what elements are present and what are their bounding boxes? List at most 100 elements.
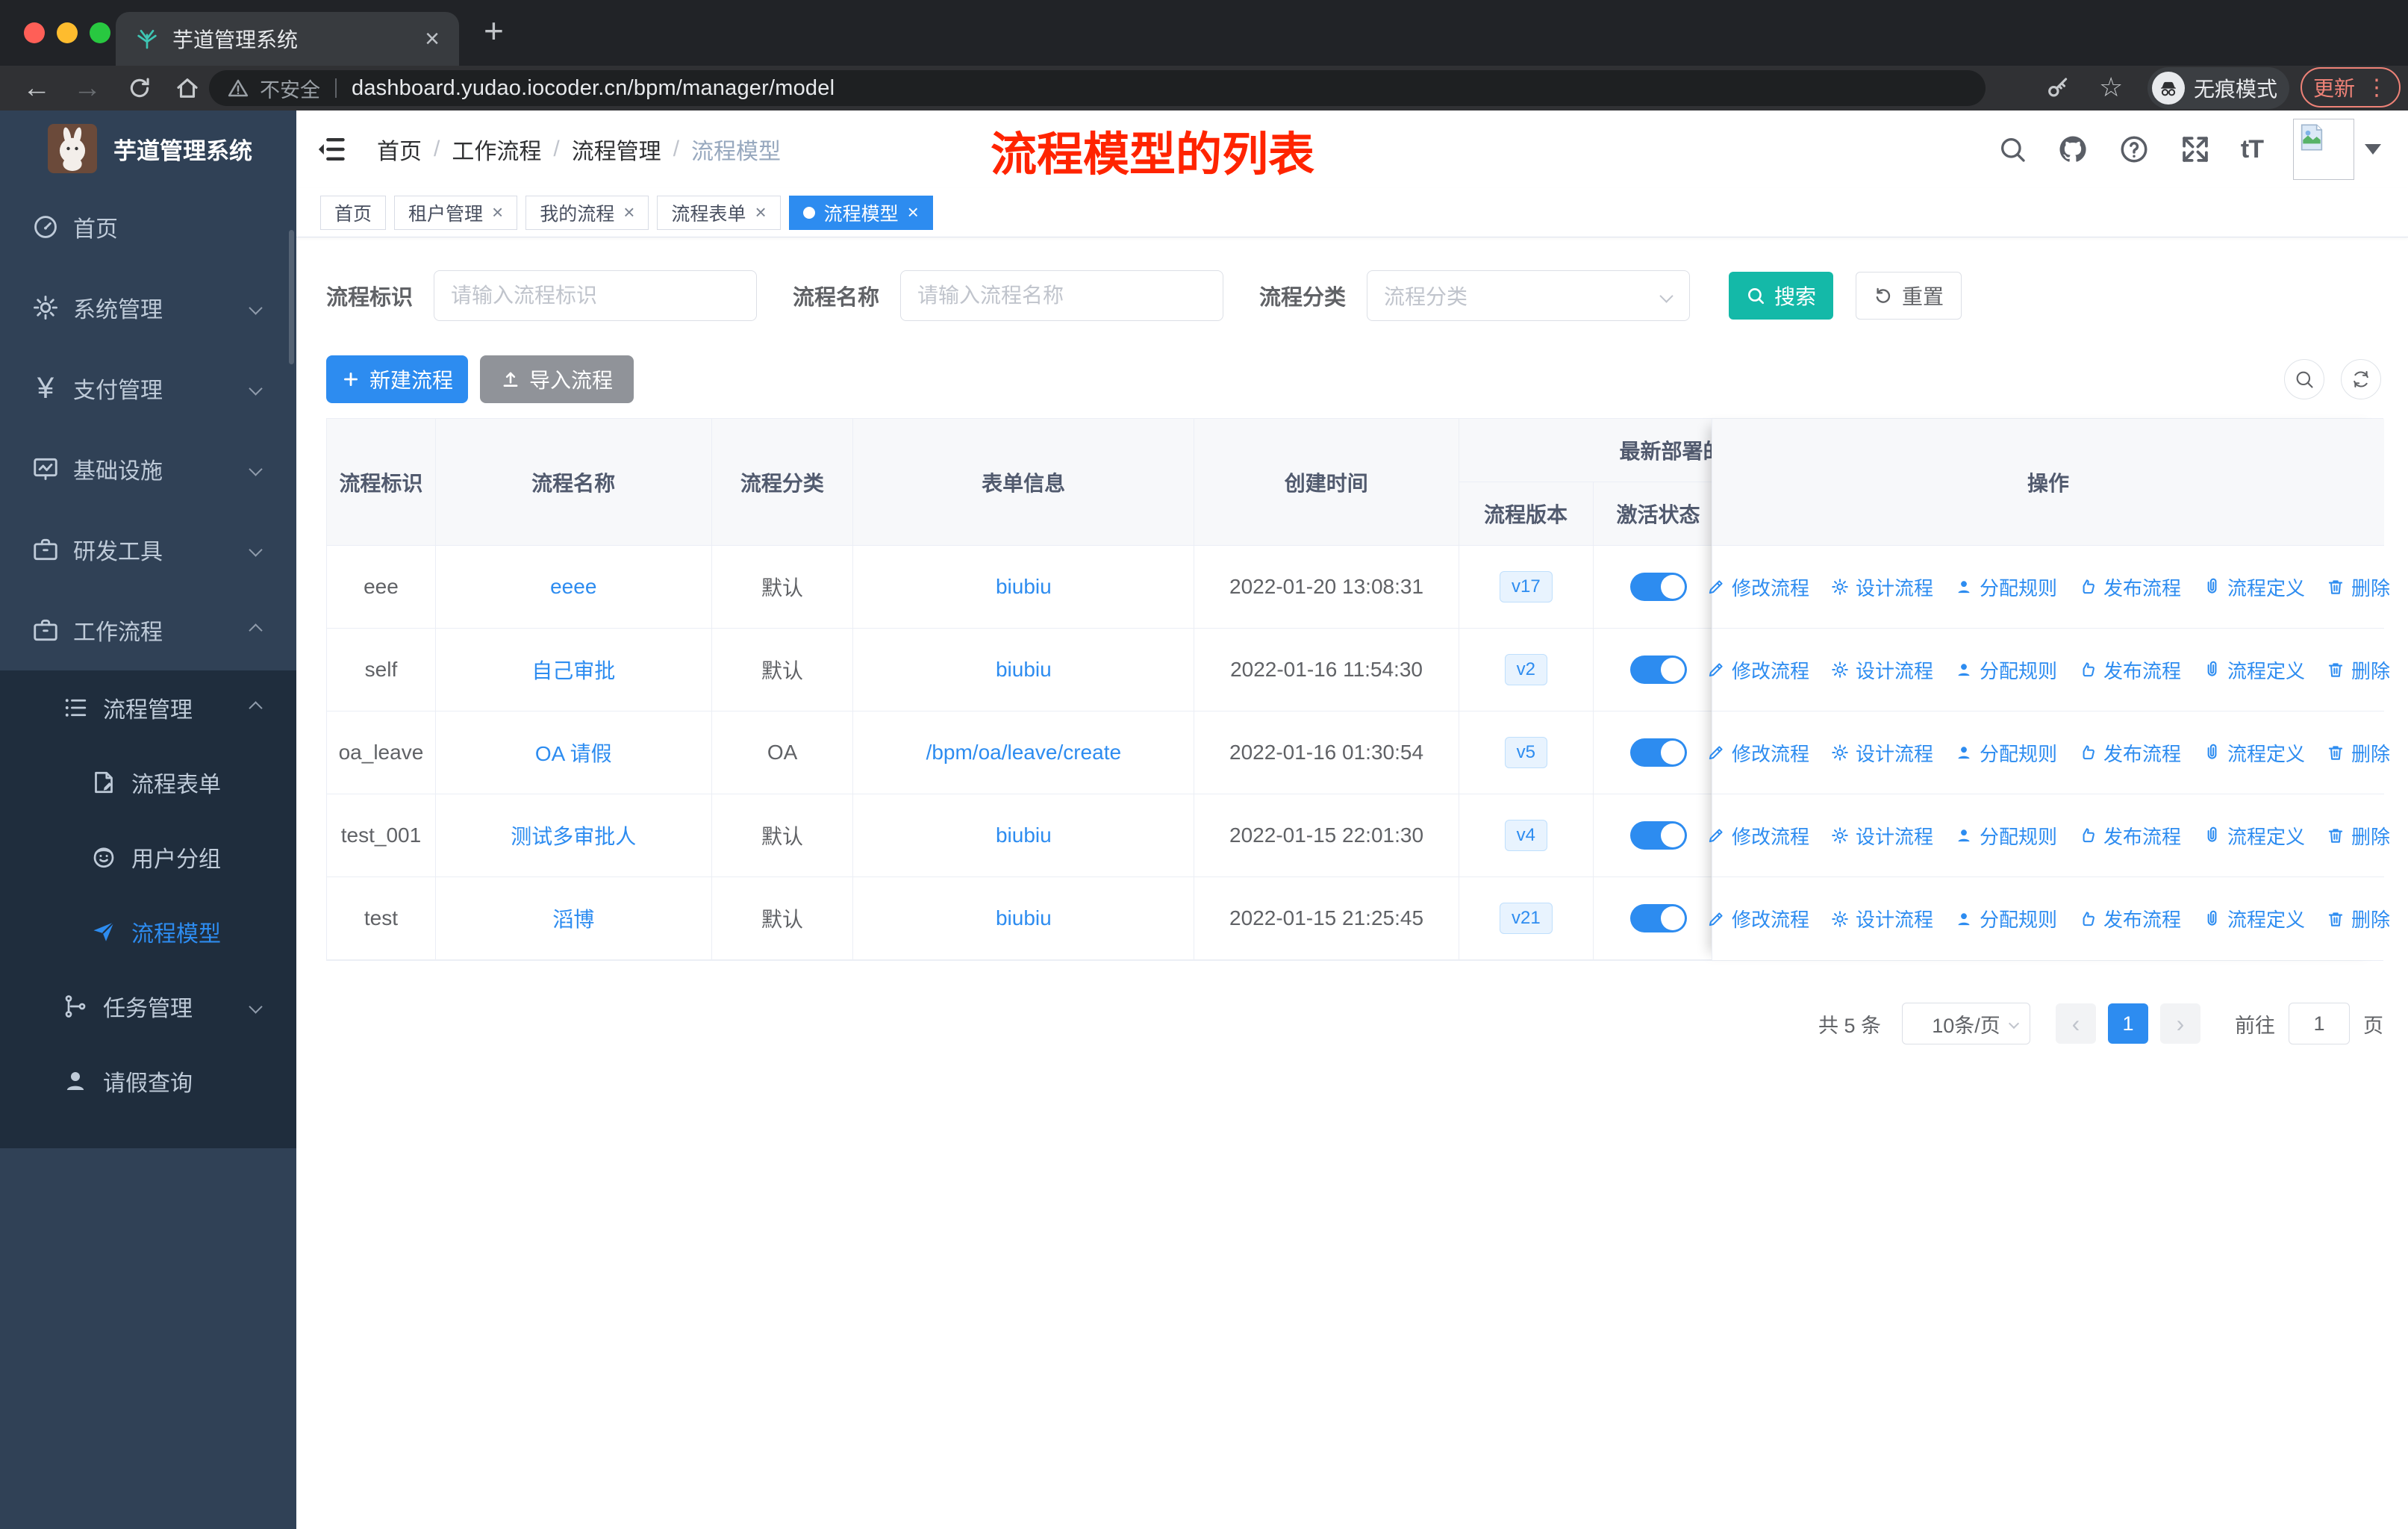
refresh-table-icon[interactable] <box>2341 359 2381 399</box>
process-id-input[interactable] <box>434 271 757 320</box>
help-icon[interactable] <box>2118 134 2150 165</box>
sidebar-fold-icon[interactable] <box>314 133 347 166</box>
delete-link[interactable]: 删除 <box>2326 739 2390 767</box>
sidebar-item-system[interactable]: 系统管理 <box>0 267 296 348</box>
form-info-link[interactable]: biubiu <box>996 575 1052 599</box>
tag-home[interactable]: 首页 <box>320 195 387 230</box>
deploy-process-link[interactable]: 发布流程 <box>2078 739 2181 767</box>
form-info-link[interactable]: biubiu <box>996 658 1052 682</box>
edit-process-link[interactable]: 修改流程 <box>1706 656 1809 684</box>
process-name-input[interactable] <box>901 271 1223 320</box>
traffic-light-zoom[interactable] <box>90 22 110 43</box>
sidebar-item-infra[interactable]: 基础设施 <box>0 429 296 509</box>
breadcrumb-workflow[interactable]: 工作流程 <box>452 133 541 166</box>
design-process-link[interactable]: 设计流程 <box>1830 573 1933 601</box>
search-button[interactable]: 搜索 <box>1729 272 1834 320</box>
delete-link[interactable]: 删除 <box>2326 905 2390 932</box>
sidebar-item-workflow[interactable]: 工作流程 <box>0 590 296 670</box>
deploy-process-link[interactable]: 发布流程 <box>2078 656 2181 684</box>
deploy-process-link[interactable]: 发布流程 <box>2078 573 2181 601</box>
process-name-link[interactable]: 测试多审批人 <box>511 820 636 850</box>
delete-link[interactable]: 删除 <box>2326 656 2390 684</box>
sidebar-item-process-mgmt[interactable]: 流程管理 <box>0 670 296 745</box>
current-page-button[interactable]: 1 <box>2108 1003 2148 1044</box>
avatar-caret-icon[interactable] <box>2365 144 2381 155</box>
sidebar-item-home[interactable]: 首页 <box>0 187 296 267</box>
design-process-link[interactable]: 设计流程 <box>1830 656 1933 684</box>
edit-process-link[interactable]: 修改流程 <box>1706 822 1809 850</box>
sidebar-item-leave-query[interactable]: 请假查询 <box>0 1044 296 1118</box>
next-page-button[interactable]: › <box>2160 1003 2200 1044</box>
security-warning-icon[interactable] <box>227 77 249 99</box>
breadcrumb-home[interactable]: 首页 <box>377 133 422 166</box>
design-process-link[interactable]: 设计流程 <box>1830 905 1933 932</box>
bookmark-star-icon[interactable]: ☆ <box>2099 72 2123 103</box>
active-toggle[interactable] <box>1629 655 1687 684</box>
edit-process-link[interactable]: 修改流程 <box>1706 739 1809 767</box>
breadcrumb-process-mgmt[interactable]: 流程管理 <box>572 133 661 166</box>
design-process-link[interactable]: 设计流程 <box>1830 739 1933 767</box>
delete-link[interactable]: 删除 <box>2326 573 2390 601</box>
active-toggle[interactable] <box>1629 821 1687 850</box>
process-name-link[interactable]: 滔博 <box>552 903 594 933</box>
traffic-light-minimize[interactable] <box>57 22 78 43</box>
active-toggle[interactable] <box>1629 573 1687 601</box>
process-definition-link[interactable]: 流程定义 <box>2202 822 2305 850</box>
form-info-link[interactable]: /bpm/oa/leave/create <box>926 741 1122 764</box>
tag-process-model[interactable]: 流程模型 × <box>788 195 933 230</box>
category-select[interactable]: 流程分类 <box>1367 270 1691 321</box>
tag-close-icon[interactable]: × <box>492 201 503 224</box>
process-definition-link[interactable]: 流程定义 <box>2202 905 2305 932</box>
process-definition-link[interactable]: 流程定义 <box>2202 739 2305 767</box>
sidebar-item-task-mgmt[interactable]: 任务管理 <box>0 969 296 1044</box>
github-icon[interactable] <box>2057 134 2089 165</box>
assign-rule-link[interactable]: 分配规则 <box>1954 822 2057 850</box>
import-process-button[interactable]: 导入流程 <box>480 355 634 403</box>
tag-close-icon[interactable]: × <box>623 201 634 224</box>
deploy-process-link[interactable]: 发布流程 <box>2078 905 2181 932</box>
form-info-link[interactable]: biubiu <box>996 823 1052 847</box>
header-search-icon[interactable] <box>1997 134 2027 164</box>
active-toggle[interactable] <box>1629 738 1687 767</box>
avatar[interactable] <box>2293 119 2354 180</box>
url-bar[interactable]: 不安全 dashboard.yudao.iocoder.cn/bpm/manag… <box>209 70 1986 106</box>
form-info-link[interactable]: biubiu <box>996 906 1052 930</box>
goto-page-input[interactable] <box>2289 1003 2350 1044</box>
browser-tab[interactable]: 芋道管理系统 × <box>116 12 459 66</box>
tag-tenant-mgmt[interactable]: 租户管理 × <box>394 195 518 230</box>
create-process-button[interactable]: 新建流程 <box>326 355 468 403</box>
deploy-process-link[interactable]: 发布流程 <box>2078 822 2181 850</box>
browser-update-button[interactable]: 更新 ⋮ <box>2301 67 2401 108</box>
new-tab-icon[interactable]: + <box>484 10 504 51</box>
home-icon[interactable] <box>175 75 200 101</box>
assign-rule-link[interactable]: 分配规则 <box>1954 905 2057 932</box>
edit-process-link[interactable]: 修改流程 <box>1706 905 1809 932</box>
sidebar-scrollbar[interactable] <box>289 230 294 364</box>
back-icon[interactable]: ← <box>22 74 51 102</box>
reload-icon[interactable] <box>127 75 152 101</box>
process-definition-link[interactable]: 流程定义 <box>2202 656 2305 684</box>
process-name-link[interactable]: eeee <box>550 575 596 599</box>
browser-menu-icon[interactable]: ⋮ <box>2365 75 2388 101</box>
key-icon[interactable] <box>2045 75 2071 101</box>
design-process-link[interactable]: 设计流程 <box>1830 822 1933 850</box>
sidebar-item-user-group[interactable]: 用户分组 <box>0 820 296 894</box>
reset-button[interactable]: 重置 <box>1856 272 1962 320</box>
process-name-link[interactable]: OA 请假 <box>535 738 612 767</box>
sidebar-item-devtools[interactable]: 研发工具 <box>0 509 296 590</box>
toggle-search-icon[interactable] <box>2284 359 2324 399</box>
prev-page-button[interactable]: ‹ <box>2056 1003 2096 1044</box>
delete-link[interactable]: 删除 <box>2326 822 2390 850</box>
edit-process-link[interactable]: 修改流程 <box>1706 573 1809 601</box>
forward-icon[interactable]: → <box>73 74 102 102</box>
assign-rule-link[interactable]: 分配规则 <box>1954 573 2057 601</box>
page-size-select[interactable]: 10条/页 <box>1902 1003 2030 1044</box>
active-toggle[interactable] <box>1629 904 1687 932</box>
tag-close-icon[interactable]: × <box>755 201 766 224</box>
font-size-icon[interactable]: tT <box>2241 135 2264 164</box>
fullscreen-icon[interactable] <box>2180 134 2211 165</box>
process-definition-link[interactable]: 流程定义 <box>2202 573 2305 601</box>
sidebar-item-process-model[interactable]: 流程模型 <box>0 894 296 969</box>
process-name-link[interactable]: 自己审批 <box>531 655 615 685</box>
tag-process-form[interactable]: 流程表单 × <box>657 195 781 230</box>
